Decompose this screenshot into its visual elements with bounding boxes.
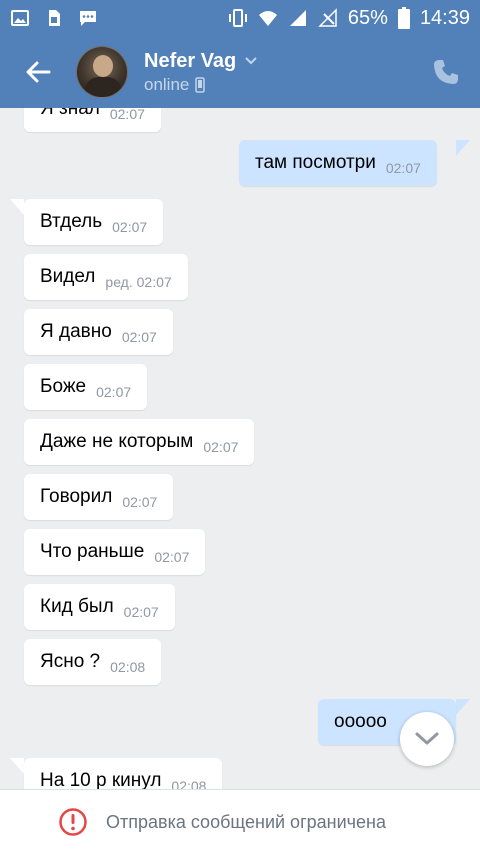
message-text: Видел [40, 266, 96, 287]
chat-header: Nefer Vag online [0, 36, 480, 108]
message-outgoing[interactable]: там посмотри 02:07 [239, 140, 437, 186]
message-text: Втдель [40, 211, 103, 232]
message-incoming[interactable]: Даже не которым 02:07 [24, 419, 255, 465]
clock: 14:39 [419, 6, 470, 29]
send-restricted-text: Отправка сообщений ограничена [106, 811, 386, 832]
message-list[interactable]: Я знал 02:07 там посмотри 02:07 Втдель 0… [0, 108, 480, 789]
scroll-to-bottom-button[interactable] [400, 712, 454, 766]
bubble-tail [10, 199, 24, 215]
message-incoming[interactable]: Говорил 02:07 [24, 474, 174, 520]
message-text: Что раньше [40, 541, 145, 562]
message-time: 02:07 [154, 549, 190, 565]
message-incoming[interactable]: Видел ред. 02:07 [24, 254, 188, 300]
chevron-down-icon [415, 732, 439, 745]
message-incoming[interactable]: Что раньше 02:07 [24, 529, 206, 575]
message-text: Даже не которым [40, 431, 194, 452]
sim-icon [49, 10, 60, 26]
vibrate-icon [228, 9, 247, 27]
avatar[interactable] [76, 46, 128, 98]
message-time: ред. 02:07 [105, 274, 172, 290]
message-time: 02:07 [203, 439, 239, 455]
message-text: На 10 р кинул [40, 770, 162, 789]
contact-status: online [144, 74, 190, 94]
bubble-tail [456, 699, 470, 715]
contact-name: Nefer Vag [144, 49, 237, 72]
message-incoming[interactable]: На 10 р кинул 02:08 [24, 758, 223, 789]
no-signal-icon [318, 8, 337, 27]
battery-percent: 65% [347, 6, 388, 29]
message-text: Я давно [40, 321, 112, 342]
phone-icon[interactable] [430, 56, 462, 88]
message-time: 02:07 [109, 108, 145, 122]
message-time: 02:07 [385, 160, 421, 176]
chevron-down-icon [245, 57, 257, 65]
wifi-icon [258, 11, 277, 26]
message-text: ооооо [334, 711, 387, 732]
message-time: 02:07 [112, 219, 148, 235]
back-button[interactable] [0, 36, 76, 108]
message-incoming[interactable]: Боже 02:07 [24, 364, 148, 410]
message-incoming[interactable]: Я давно 02:07 [24, 309, 173, 355]
message-text: Кид был [40, 596, 114, 617]
signal-icon [289, 10, 306, 26]
bubble-tail [456, 140, 470, 156]
message-time: 02:07 [122, 494, 158, 510]
message-time: 02:07 [121, 329, 157, 345]
message-time: 02:07 [123, 604, 159, 620]
message-text: Боже [40, 376, 87, 397]
message-time: 02:08 [110, 659, 146, 675]
error-icon [59, 808, 87, 836]
status-bar: 65% 14:39 [0, 0, 480, 36]
message-incoming[interactable]: Втдель 02:07 [24, 199, 164, 245]
message-text: Я знал [40, 108, 100, 119]
chat-notification-icon [80, 11, 96, 26]
message-incoming[interactable]: Я знал 02:07 [24, 108, 161, 132]
message-text: Ясно ? [40, 651, 101, 672]
contact-info[interactable]: Nefer Vag online [144, 50, 258, 95]
battery-icon [397, 7, 410, 29]
message-time: 02:07 [96, 384, 132, 400]
message-incoming[interactable]: Кид был 02:07 [24, 584, 175, 630]
send-restricted-bar: Отправка сообщений ограничена [0, 789, 480, 854]
message-time: 02:08 [171, 778, 207, 789]
bubble-tail [10, 758, 24, 774]
back-arrow-icon [26, 61, 51, 83]
message-text: Говорил [40, 486, 113, 507]
mobile-device-icon [195, 76, 206, 93]
message-incoming[interactable]: Ясно ? 02:08 [24, 639, 162, 685]
image-icon [11, 10, 29, 26]
message-text: там посмотри [255, 152, 376, 173]
